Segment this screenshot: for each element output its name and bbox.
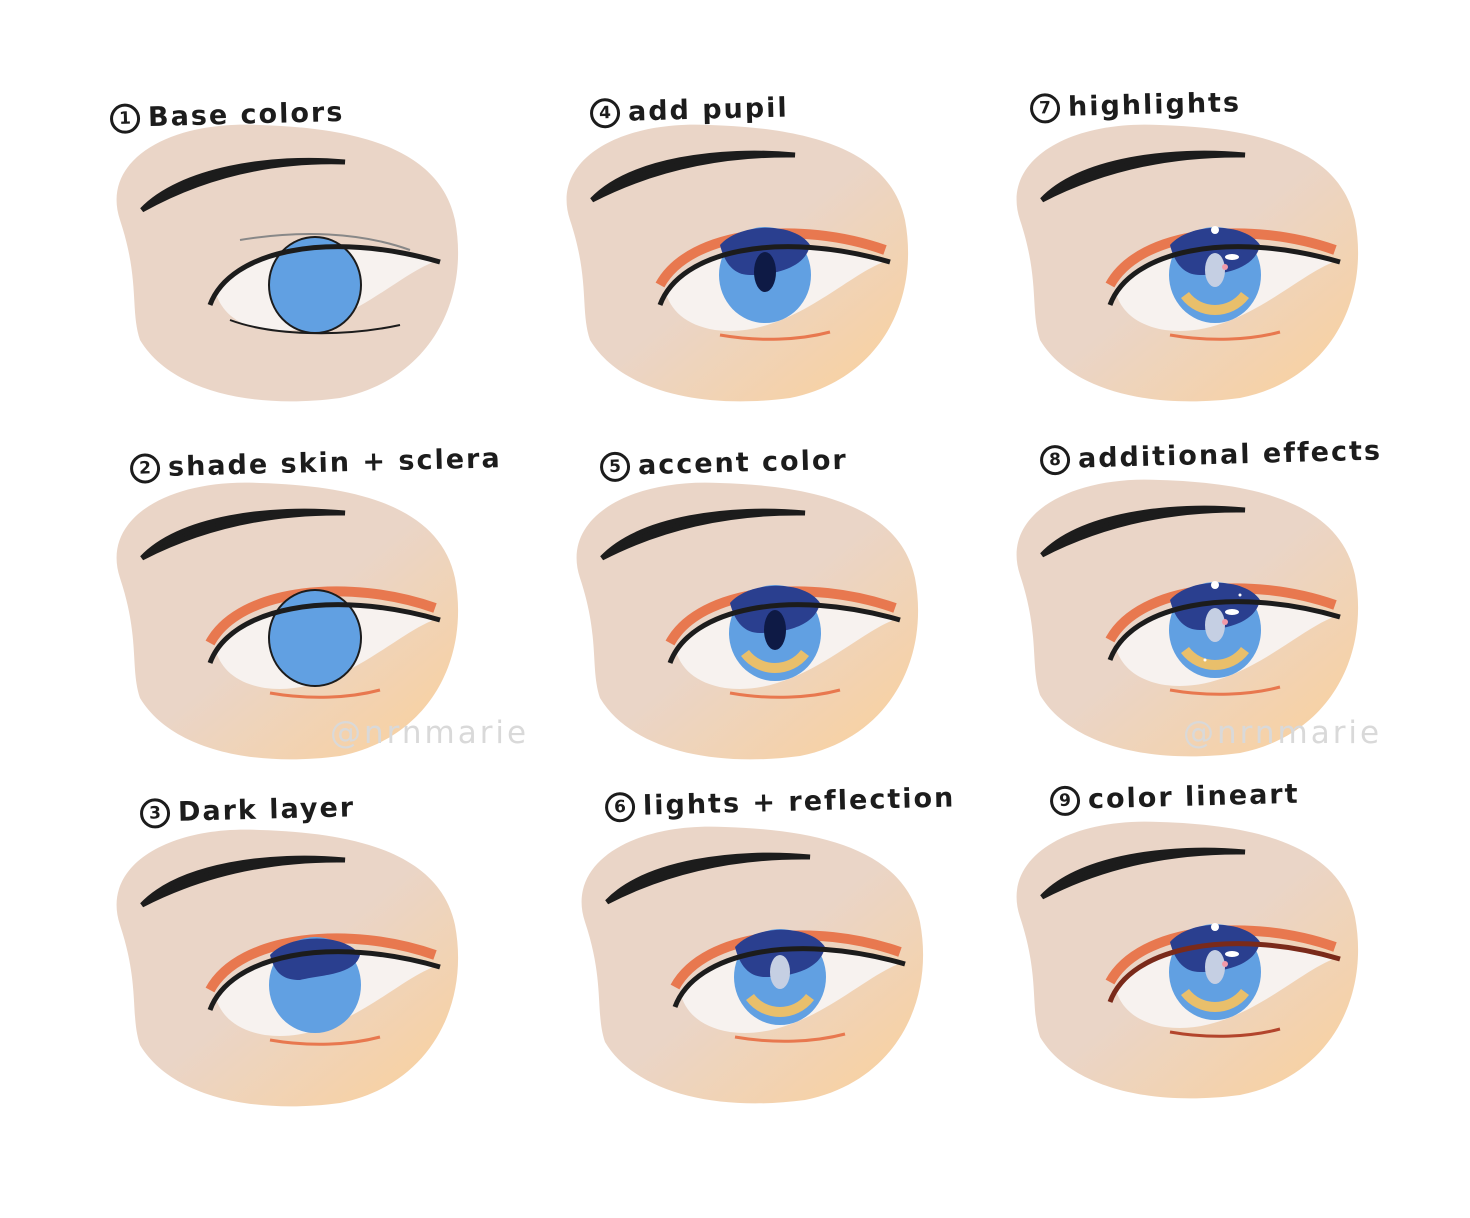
step-6-panel: 6 lights + reflection (581, 782, 995, 1117)
eye-illustration-4 (566, 124, 909, 402)
watermark-right: @nrnmarie (1183, 715, 1383, 751)
eye-illustration-8 (1016, 479, 1359, 757)
step-1-panel: 1 Base colors (100, 97, 500, 430)
step-9-panel: 9 color lineart (1016, 779, 1440, 1112)
eye-illustration-6 (581, 826, 924, 1104)
eye-illustration-1 (116, 124, 459, 402)
step-4-panel: 4 add pupil (566, 92, 980, 425)
eye-illustration-5 (576, 482, 919, 760)
step-7-panel: 7 highlights (1016, 87, 1420, 420)
watermark-left: @nrnmarie (330, 715, 530, 751)
eye-illustration-9 (1016, 821, 1359, 1099)
step-5-panel: 5 accent color (576, 445, 990, 778)
eye-illustration-7 (1016, 124, 1359, 402)
eye-illustration-3 (116, 829, 459, 1107)
step-3-panel: 3 Dark layer (100, 792, 500, 1125)
